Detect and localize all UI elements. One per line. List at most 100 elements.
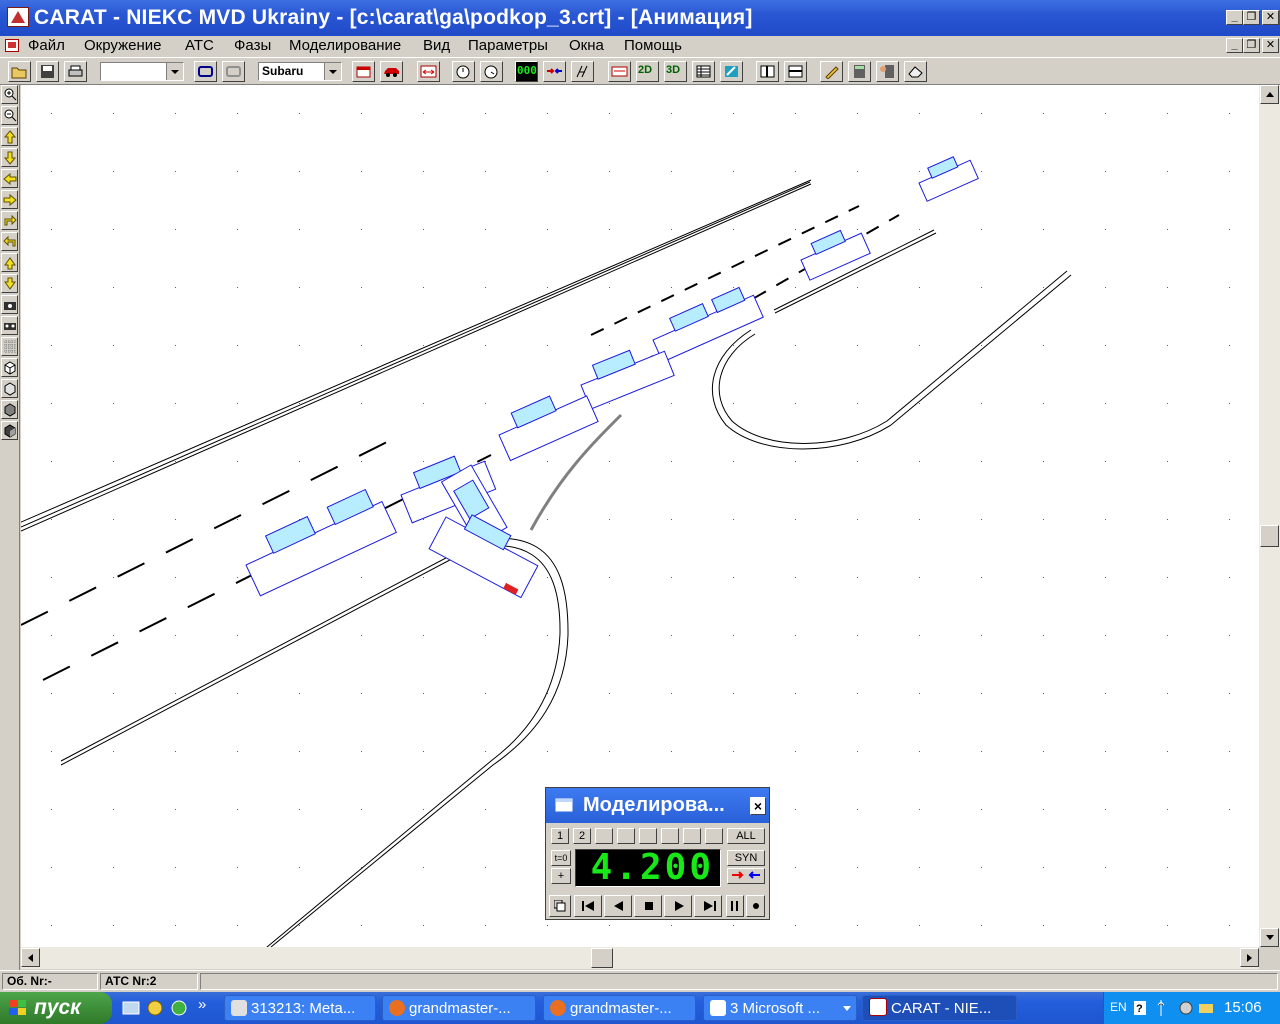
calculator-button[interactable] [848,61,871,82]
language-indicator[interactable]: EN [1110,1000,1127,1014]
clock[interactable]: 15:06 [1224,999,1262,1016]
view-2d-button[interactable]: 2D [636,61,659,82]
document-icon[interactable] [5,39,19,52]
doc-minimize-button[interactable]: _ [1226,38,1243,53]
envelope-icon[interactable] [1198,1000,1214,1016]
menu-help[interactable]: Помощь [624,37,682,54]
grid-button[interactable] [1,337,18,356]
help-icon[interactable]: ? [1133,1000,1147,1016]
save-button[interactable] [36,61,59,82]
speaker-icon[interactable] [1178,1000,1194,1016]
object-select[interactable] [100,62,184,81]
go-end-button[interactable] [694,895,722,917]
rotate-left-button[interactable] [1,232,18,251]
calculator2-button[interactable] [876,61,899,82]
collision-sim-button[interactable] [727,868,765,884]
menu-parameters[interactable]: Параметры [468,37,548,54]
pause-button[interactable] [726,895,744,917]
pan-down-button[interactable] [1,148,18,167]
slot-3-button[interactable] [595,828,613,844]
rotate-right-button[interactable] [1,211,18,230]
view-3d-button[interactable]: 3D [664,61,687,82]
slot-6-button[interactable] [661,828,679,844]
zoom-out-button[interactable] [1,106,18,125]
pencil-button[interactable] [820,61,843,82]
zoom-in-button[interactable] [1,85,18,104]
close-button[interactable]: ✕ [1262,10,1279,25]
cube-view1-button[interactable] [1,358,18,377]
menu-view[interactable]: Вид [423,37,450,54]
go-start-button[interactable] [574,895,602,917]
doc-restore-button[interactable]: ❐ [1243,38,1260,53]
slot-5-button[interactable] [639,828,657,844]
camera-button[interactable] [1,295,18,314]
slot-1-button[interactable]: 1 [551,828,569,844]
reset-time-button[interactable]: t=0 [551,850,571,866]
print-button[interactable] [64,61,87,82]
vertical-scrollbar[interactable] [1259,85,1280,947]
menu-phases[interactable]: Фазы [234,37,271,54]
split-horizontal-button[interactable] [784,61,807,82]
cube-view4-button[interactable] [1,421,18,440]
distance-button[interactable] [417,61,440,82]
minimize-button[interactable]: _ [1226,10,1243,25]
step-time-button[interactable]: + [551,868,571,884]
slot-2-button[interactable]: 2 [573,828,591,844]
menu-environment[interactable]: Окружение [84,37,161,54]
task-meta[interactable]: 313213: Meta... [224,995,376,1021]
refresh-icon[interactable] [170,999,188,1017]
split-vertical-button[interactable] [756,61,779,82]
menu-windows[interactable]: Окна [569,37,604,54]
show-desktop-icon[interactable] [122,999,140,1017]
timer-button[interactable] [452,61,475,82]
scroll-right-button[interactable] [1240,948,1259,967]
vertical-scroll-thumb[interactable] [1260,525,1279,547]
restore-button[interactable]: ❐ [1243,10,1260,25]
scroll-up-button[interactable] [1260,85,1279,104]
play-back-button[interactable] [604,895,632,917]
scroll-left-button[interactable] [21,948,40,967]
menu-file[interactable]: Файл [28,37,65,54]
slot-7-button[interactable] [683,828,701,844]
start-button[interactable]: пуск [0,992,112,1024]
task-carat[interactable]: CARAT - NIE... [862,995,1017,1021]
table-button[interactable] [692,61,715,82]
vehicle-select[interactable]: Subaru [258,62,342,81]
edit-button[interactable] [720,61,743,82]
copy-button[interactable] [549,895,571,917]
slot-4-button[interactable] [617,828,635,844]
task-firefox-1[interactable]: grandmaster-... [382,995,536,1021]
chevron-down-icon[interactable] [166,63,183,80]
collision-button[interactable] [543,61,566,82]
counter-button[interactable]: 000 [515,61,538,82]
tools-button[interactable] [571,61,594,82]
outlook-icon[interactable] [146,999,164,1017]
simulation-panel-titlebar[interactable]: Моделирова... × [546,788,769,823]
pan-up-button[interactable] [1,127,18,146]
tilt-button[interactable] [1,253,18,272]
slot-8-button[interactable] [705,828,723,844]
eraser-button[interactable] [904,61,927,82]
tilt-down-button[interactable] [1,274,18,293]
menu-vehicles[interactable]: АТС [185,37,214,54]
cube-view2-button[interactable] [1,379,18,398]
doc-close-button[interactable]: ✕ [1262,38,1279,53]
horizontal-scroll-thumb[interactable] [591,948,613,968]
horizontal-scrollbar[interactable] [21,947,1259,969]
pan-left-button[interactable] [1,169,18,188]
scroll-down-button[interactable] [1260,928,1279,947]
task-firefox-2[interactable]: grandmaster-... [543,995,696,1021]
record-button[interactable] [746,895,765,917]
vehicle-window-button[interactable] [352,61,375,82]
stop-button[interactable] [634,895,662,917]
menu-simulation[interactable]: Моделирование [289,37,401,54]
cube-view3-button[interactable] [1,400,18,419]
quicklaunch-more[interactable]: » [198,996,206,1013]
video-button[interactable] [1,316,18,335]
app-icon[interactable] [7,7,29,27]
chevron-down-icon[interactable] [324,63,341,80]
task-word[interactable]: 3 Microsoft ... [703,995,857,1021]
ruler-button[interactable] [608,61,631,82]
environment2-button[interactable] [222,61,245,82]
play-button[interactable] [664,895,692,917]
